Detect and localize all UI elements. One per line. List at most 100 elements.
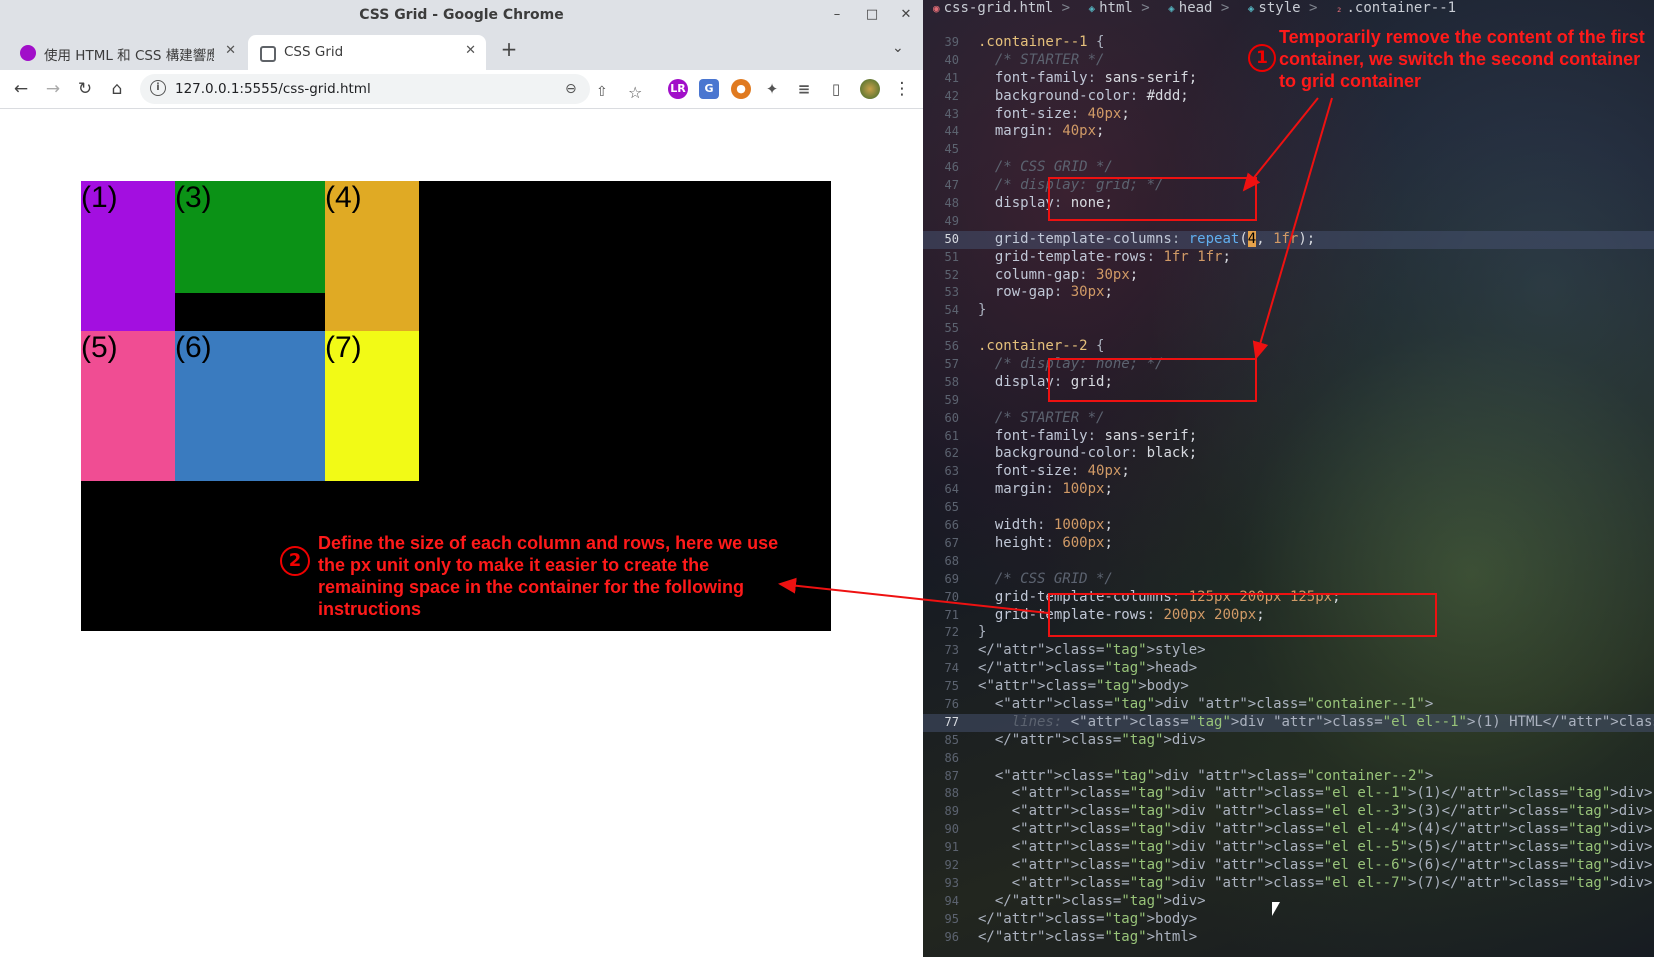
- line-text[interactable]: height: 600px;: [978, 535, 1113, 553]
- code-line[interactable]: 91 <"attr">class="tag">div "attr">class=…: [923, 839, 1654, 857]
- line-text[interactable]: /* CSS GRID */: [978, 159, 1113, 177]
- home-button[interactable]: ⌂: [106, 78, 128, 100]
- line-text[interactable]: row-gap: 30px;: [978, 284, 1113, 302]
- code-line[interactable]: 66 width: 1000px;: [923, 517, 1654, 535]
- code-line[interactable]: 64 margin: 100px;: [923, 481, 1654, 499]
- line-text[interactable]: grid-template-columns: repeat(4, 1fr);: [978, 230, 1315, 249]
- code-line[interactable]: 61 font-family: sans-serif;: [923, 428, 1654, 446]
- code-line[interactable]: 87 <"attr">class="tag">div "attr">class=…: [923, 768, 1654, 786]
- line-text[interactable]: </"attr">class="tag">div>: [978, 893, 1206, 911]
- line-text[interactable]: <"attr">class="tag">div "attr">class="el…: [978, 785, 1653, 803]
- code-line[interactable]: 74 </"attr">class="tag">head>: [923, 660, 1654, 678]
- code-line[interactable]: 58 display: grid;: [923, 374, 1654, 392]
- code-line[interactable]: 62 background-color: black;: [923, 445, 1654, 463]
- reading-list-icon[interactable]: ≡: [794, 79, 814, 99]
- code-line[interactable]: 52 column-gap: 30px;: [923, 267, 1654, 285]
- code-line[interactable]: 68: [923, 553, 1654, 571]
- extension-orange-icon[interactable]: ●: [731, 79, 751, 99]
- extensions-puzzle-icon[interactable]: ✦: [762, 79, 782, 99]
- code-line[interactable]: 77 lines: <"attr">class="tag">div "attr"…: [923, 713, 1654, 732]
- line-text[interactable]: background-color: black;: [978, 445, 1197, 463]
- code-line[interactable]: 46 /* CSS GRID */: [923, 159, 1654, 177]
- code-line[interactable]: 92 <"attr">class="tag">div "attr">class=…: [923, 857, 1654, 875]
- code-line[interactable]: 63 font-size: 40px;: [923, 463, 1654, 481]
- line-text[interactable]: font-size: 40px;: [978, 106, 1130, 124]
- breadcrumb-file[interactable]: css-grid.html: [944, 0, 1054, 16]
- code-line[interactable]: 56 .container--2 {: [923, 338, 1654, 356]
- code-line[interactable]: 55: [923, 320, 1654, 338]
- tab-search-chevron-icon[interactable]: ⌄: [892, 40, 904, 56]
- close-tab-icon[interactable]: ✕: [225, 43, 236, 58]
- line-text[interactable]: <"attr">class="tag">body>: [978, 678, 1189, 696]
- breadcrumb-style[interactable]: style: [1258, 0, 1300, 16]
- code-line[interactable]: 94 </"attr">class="tag">div>: [923, 893, 1654, 911]
- code-line[interactable]: 96 </"attr">class="tag">html>: [923, 929, 1654, 947]
- address-bar[interactable]: i 127.0.0.1:5555/css-grid.html ⊖: [140, 74, 590, 104]
- line-text[interactable]: <"attr">class="tag">div "attr">class="el…: [978, 839, 1653, 857]
- code-line[interactable]: 65: [923, 499, 1654, 517]
- line-text[interactable]: </"attr">class="tag">div>: [978, 732, 1206, 750]
- line-text[interactable]: /* STARTER */: [978, 52, 1105, 70]
- code-line[interactable]: 45: [923, 141, 1654, 159]
- code-line[interactable]: 73 </"attr">class="tag">style>: [923, 642, 1654, 660]
- line-text[interactable]: }: [978, 302, 986, 320]
- code-editor[interactable]: ◉ css-grid.html > ◈ html > ◈ head > ◈ style …: [923, 0, 1654, 957]
- reload-button[interactable]: ↻: [74, 78, 96, 100]
- code-line[interactable]: 44 margin: 40px;: [923, 123, 1654, 141]
- code-line[interactable]: 75 <"attr">class="tag">body>: [923, 678, 1654, 696]
- line-text[interactable]: /* CSS GRID */: [978, 571, 1113, 589]
- line-text[interactable]: <"attr">class="tag">div "attr">class="co…: [978, 696, 1433, 714]
- line-text[interactable]: font-size: 40px;: [978, 463, 1130, 481]
- close-window-button[interactable]: ✕: [895, 5, 917, 25]
- breadcrumb-selector[interactable]: .container--1: [1346, 0, 1456, 16]
- code-line[interactable]: 88 <"attr">class="tag">div "attr">class=…: [923, 785, 1654, 803]
- code-line[interactable]: 57 /* display: none; */: [923, 356, 1654, 374]
- code-line[interactable]: 76 <"attr">class="tag">div "attr">class=…: [923, 696, 1654, 714]
- line-text[interactable]: }: [978, 624, 986, 642]
- tab-css-grid[interactable]: CSS Grid ✕: [248, 35, 486, 70]
- close-tab-icon[interactable]: ✕: [465, 43, 476, 58]
- translate-extension-icon[interactable]: G: [699, 79, 719, 99]
- share-icon[interactable]: ⇧: [596, 84, 608, 100]
- code-line[interactable]: 93 <"attr">class="tag">div "attr">class=…: [923, 875, 1654, 893]
- code-line[interactable]: 85 </"attr">class="tag">div>: [923, 732, 1654, 750]
- code-line[interactable]: 54}: [923, 302, 1654, 320]
- code-line[interactable]: 89 <"attr">class="tag">div "attr">class=…: [923, 803, 1654, 821]
- line-text[interactable]: <"attr">class="tag">div "attr">class="el…: [978, 857, 1653, 875]
- code-line[interactable]: 49: [923, 213, 1654, 231]
- tab-responsive-site[interactable]: 使用 HTML 和 CSS 構建響應 ✕: [8, 35, 246, 70]
- line-text[interactable]: <"attr">class="tag">div "attr">class="co…: [978, 768, 1433, 786]
- line-text[interactable]: .container--2 {: [978, 338, 1104, 356]
- new-tab-button[interactable]: +: [498, 38, 520, 60]
- breadcrumb-html[interactable]: html: [1099, 0, 1133, 16]
- line-text[interactable]: width: 1000px;: [978, 517, 1113, 535]
- line-text[interactable]: <"attr">class="tag">div "attr">class="el…: [978, 875, 1653, 893]
- minimize-button[interactable]: –: [826, 5, 848, 25]
- line-text[interactable]: font-family: sans-serif;: [978, 70, 1197, 88]
- side-panel-icon[interactable]: ▯: [826, 79, 846, 99]
- url-text[interactable]: 127.0.0.1:5555/css-grid.html: [175, 81, 371, 97]
- line-text[interactable]: margin: 100px;: [978, 481, 1113, 499]
- bookmark-star-icon[interactable]: ☆: [628, 83, 642, 102]
- line-text[interactable]: font-family: sans-serif;: [978, 428, 1197, 446]
- code-line[interactable]: 48 display: none;: [923, 195, 1654, 213]
- code-line[interactable]: 53 row-gap: 30px;: [923, 284, 1654, 302]
- profile-avatar[interactable]: [860, 79, 880, 99]
- code-line[interactable]: 43 font-size: 40px;: [923, 106, 1654, 124]
- line-text[interactable]: lines: <"attr">class="tag">div "attr">cl…: [978, 714, 1654, 732]
- code-line[interactable]: 67 height: 600px;: [923, 535, 1654, 553]
- code-line[interactable]: 90 <"attr">class="tag">div "attr">class=…: [923, 821, 1654, 839]
- line-text[interactable]: /* STARTER */: [978, 410, 1105, 428]
- line-text[interactable]: </"attr">class="tag">html>: [978, 929, 1197, 947]
- code-lines[interactable]: 39 .container--1 {40 /* STARTER */ 41 font…: [923, 34, 1654, 946]
- code-line[interactable]: 47 /* display: grid; */: [923, 177, 1654, 195]
- line-text[interactable]: background-color: #ddd;: [978, 88, 1189, 106]
- code-line[interactable]: 86: [923, 750, 1654, 768]
- line-text[interactable]: <"attr">class="tag">div "attr">class="el…: [978, 803, 1653, 821]
- line-text[interactable]: margin: 40px;: [978, 123, 1105, 141]
- code-line[interactable]: 59: [923, 392, 1654, 410]
- breadcrumb-head[interactable]: head: [1179, 0, 1213, 16]
- chrome-menu-button[interactable]: ⋮: [891, 78, 913, 100]
- code-line[interactable]: 60 /* STARTER */: [923, 410, 1654, 428]
- extension-lr-icon[interactable]: LR: [668, 79, 688, 99]
